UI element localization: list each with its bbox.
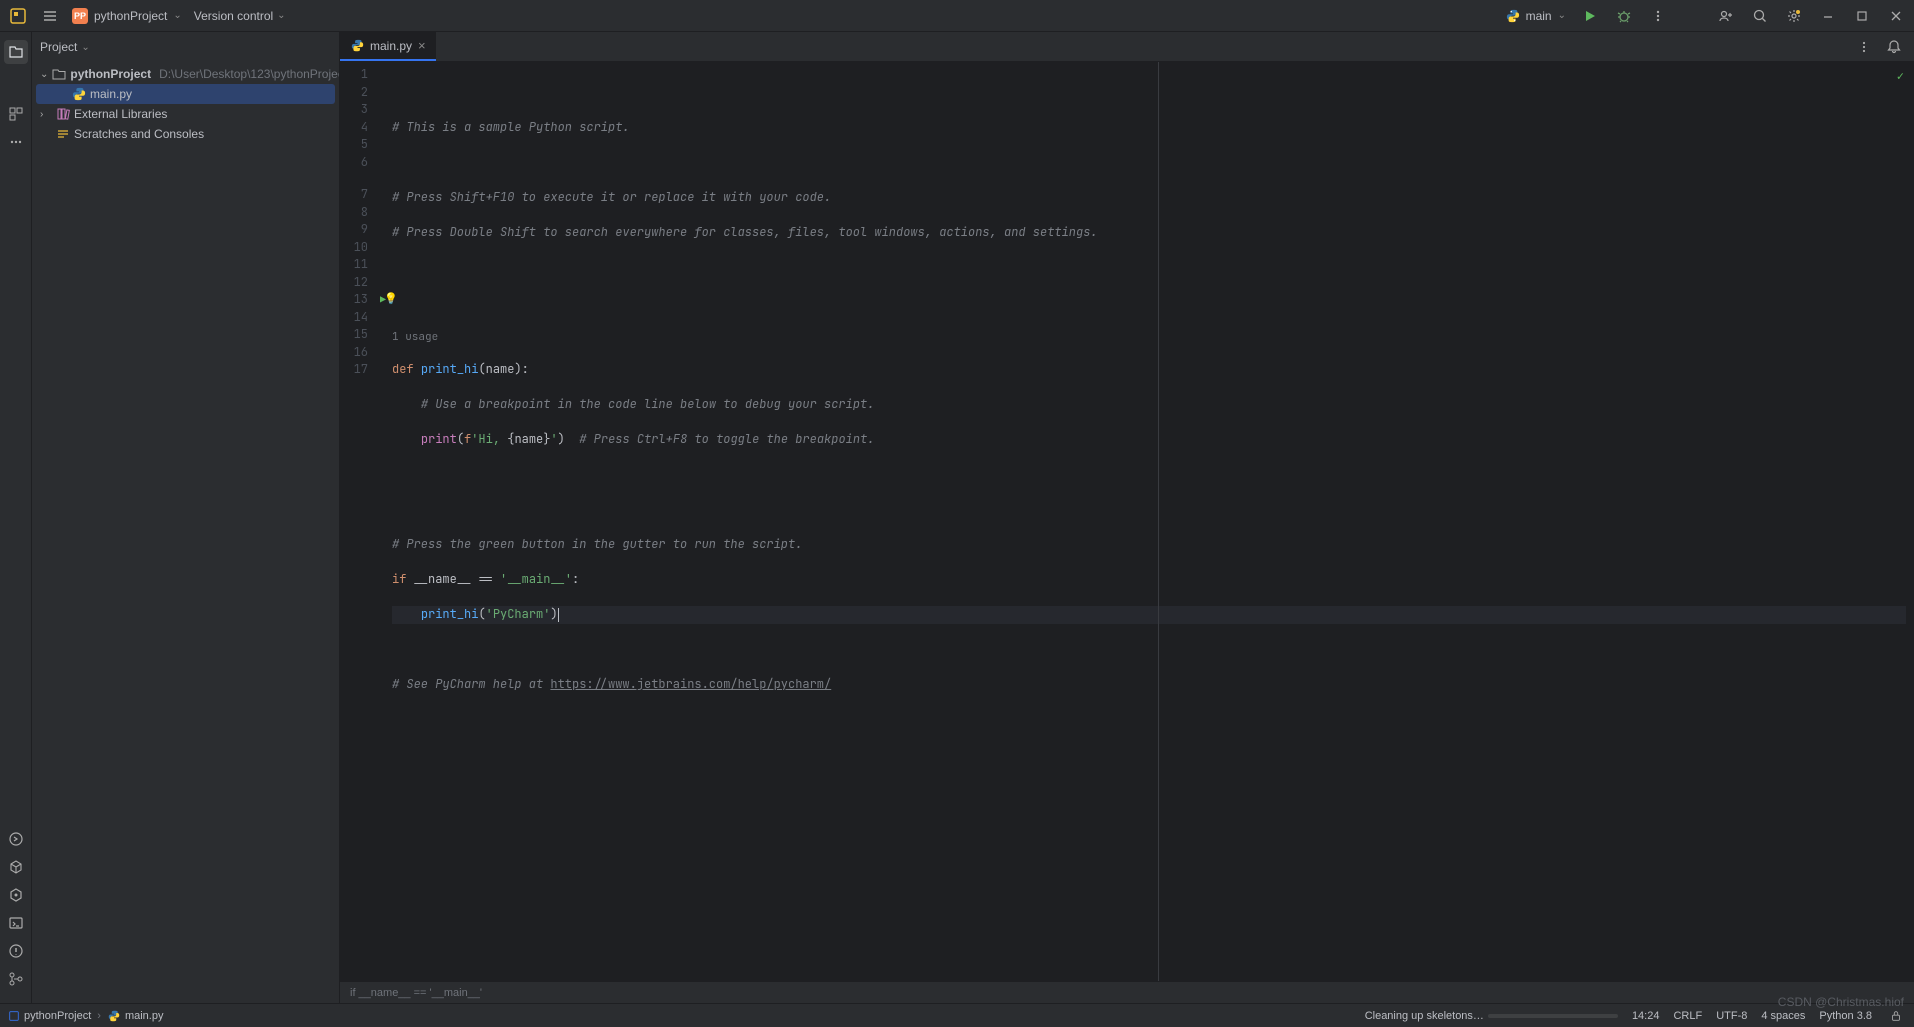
chevron-down-icon: ⌄ (1558, 10, 1566, 21)
version-control-label: Version control (194, 9, 273, 23)
tree-external-libraries[interactable]: › External Libraries (36, 104, 335, 124)
project-badge-icon: PP (72, 8, 88, 24)
app-logo-icon[interactable] (8, 6, 28, 26)
close-tab-icon[interactable]: × (418, 38, 426, 53)
scratches-icon (56, 127, 70, 141)
run-configuration-selector[interactable]: main ⌄ (1506, 9, 1566, 23)
chevron-down-icon: ⌄ (277, 10, 285, 21)
run-config-label: main (1526, 9, 1552, 23)
debug-button[interactable] (1614, 6, 1634, 26)
editor-gutter[interactable]: 1 2 3 4 5 6 7 8 9 10 11 12 13▶💡 14 15 16… (340, 62, 388, 981)
tree-file-label: main.py (90, 87, 132, 101)
tree-scratches[interactable]: Scratches and Consoles (36, 124, 335, 144)
top-toolbar: PP pythonProject ⌄ Version control ⌄ mai… (0, 0, 1914, 32)
analysis-ok-icon[interactable]: ✓ (1897, 68, 1904, 86)
interpreter[interactable]: Python 3.8 (1819, 1010, 1872, 1022)
editor-tab-bar: main.py × (340, 32, 1914, 62)
python-icon (1506, 9, 1520, 23)
breadcrumb-text: if __name__ == '__main__' (350, 987, 482, 999)
nav-crumb-file-label: main.py (125, 1010, 164, 1022)
expand-arrow-icon[interactable]: ⌄ (40, 69, 48, 80)
tree-scratches-label: Scratches and Consoles (74, 127, 204, 141)
project-name-label: pythonProject (94, 9, 167, 23)
cursor-position[interactable]: 14:24 (1632, 1010, 1660, 1022)
status-bar: pythonProject › main.py Cleaning up skel… (0, 1003, 1914, 1027)
services-tool-button[interactable] (4, 883, 28, 907)
code-body[interactable]: ✓ # This is a sample Python script. # Pr… (388, 62, 1914, 981)
background-task[interactable]: Cleaning up skeletons… (1365, 1010, 1618, 1022)
background-task-label: Cleaning up skeletons… (1365, 1010, 1484, 1022)
editor-tab-main[interactable]: main.py × (340, 32, 436, 61)
tree-extlib-label: External Libraries (74, 107, 167, 121)
editor-breadcrumb[interactable]: if __name__ == '__main__' (340, 981, 1914, 1003)
close-window-icon[interactable] (1886, 6, 1906, 26)
more-actions-button[interactable] (1648, 6, 1668, 26)
version-control-menu[interactable]: Version control ⌄ (194, 9, 286, 23)
maximize-window-icon[interactable] (1852, 6, 1872, 26)
more-tools-button[interactable] (4, 130, 28, 154)
editor-area: main.py × 1 2 3 4 5 6 (340, 32, 1914, 1003)
chevron-down-icon: ⌄ (173, 10, 181, 21)
code-editor[interactable]: 1 2 3 4 5 6 7 8 9 10 11 12 13▶💡 14 15 16… (340, 62, 1914, 981)
terminal-tool-button[interactable] (4, 911, 28, 935)
settings-icon[interactable] (1784, 6, 1804, 26)
tree-file-main[interactable]: main.py (36, 84, 335, 104)
minimize-window-icon[interactable] (1818, 6, 1838, 26)
tree-root-folder[interactable]: ⌄ pythonProject D:\User\Desktop\123\pyth… (36, 64, 335, 84)
problems-tool-button[interactable] (4, 939, 28, 963)
structure-tool-button[interactable] (4, 102, 28, 126)
search-icon[interactable] (1750, 6, 1770, 26)
run-button[interactable] (1580, 6, 1600, 26)
project-tool-button[interactable] (4, 40, 28, 64)
chevron-down-icon: ⌄ (81, 42, 89, 53)
tree-root-label: pythonProject (70, 67, 151, 81)
project-tree[interactable]: ⌄ pythonProject D:\User\Desktop\123\pyth… (32, 62, 339, 1003)
project-selector[interactable]: PP pythonProject ⌄ (72, 8, 182, 24)
nav-crumb-project-label: pythonProject (24, 1010, 91, 1022)
python-file-icon (350, 39, 364, 53)
progress-bar (1488, 1014, 1618, 1018)
git-tool-button[interactable] (4, 967, 28, 991)
right-margin-guide (1158, 62, 1159, 981)
line-separator[interactable]: CRLF (1673, 1010, 1702, 1022)
python-file-icon (72, 87, 86, 101)
code-with-me-icon[interactable] (1716, 6, 1736, 26)
project-panel: Project ⌄ ⌄ pythonProject D:\User\Deskto… (32, 32, 340, 1003)
usage-hint[interactable]: 1 usage (392, 329, 1906, 344)
tab-label: main.py (370, 39, 412, 53)
collapse-arrow-icon[interactable]: › (40, 109, 52, 120)
indent-setting[interactable]: 4 spaces (1761, 1010, 1805, 1022)
notifications-icon[interactable] (1884, 37, 1904, 57)
library-icon (56, 107, 70, 121)
project-panel-header[interactable]: Project ⌄ (32, 32, 339, 62)
python-file-icon (107, 1009, 121, 1023)
left-tool-stripe (0, 32, 32, 1003)
file-encoding[interactable]: UTF-8 (1716, 1010, 1747, 1022)
tab-more-icon[interactable] (1854, 37, 1874, 57)
folder-icon (52, 67, 66, 81)
watermark: CSDN @Christmas.hiof (1778, 995, 1904, 1009)
crumb-separator: › (97, 1010, 101, 1022)
hamburger-menu-icon[interactable] (40, 6, 60, 26)
nav-crumb-file[interactable]: main.py (107, 1009, 164, 1023)
packages-tool-button[interactable] (4, 855, 28, 879)
nav-crumb-project[interactable]: pythonProject (8, 1010, 91, 1022)
tree-root-path: D:\User\Desktop\123\pythonProject (159, 67, 339, 81)
python-console-tool-button[interactable] (4, 827, 28, 851)
panel-title: Project (40, 40, 77, 54)
